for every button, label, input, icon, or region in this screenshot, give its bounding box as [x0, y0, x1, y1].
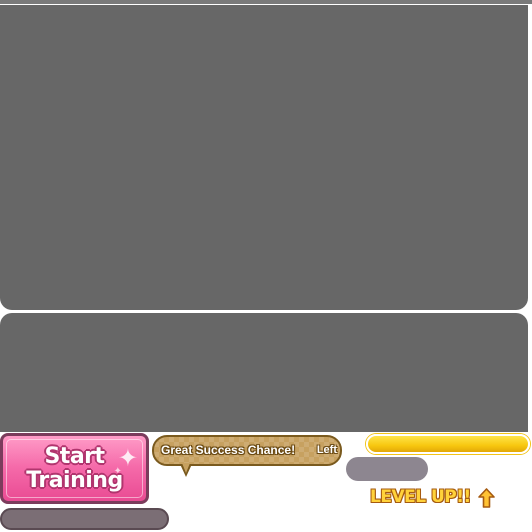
start-training-label: Start Training [26, 443, 123, 493]
level-up-text: LEVEL UP!! [370, 487, 471, 507]
info-panel [0, 313, 528, 432]
start-training-button[interactable]: ✦ ✦ Start Training [0, 433, 149, 504]
success-chance-suffix: Left [316, 444, 337, 456]
top-divider [0, 0, 532, 4]
bottom-status-pill [0, 508, 169, 530]
bubble-tail-fill [182, 463, 190, 473]
main-view-panel [0, 5, 528, 310]
arrow-up-icon [478, 488, 495, 508]
success-chance-bubble: Great Success Chance! Left [152, 435, 342, 466]
success-chance-text: Great Success Chance! [161, 443, 296, 457]
energy-bar [366, 434, 530, 454]
gray-status-pill [346, 457, 428, 481]
